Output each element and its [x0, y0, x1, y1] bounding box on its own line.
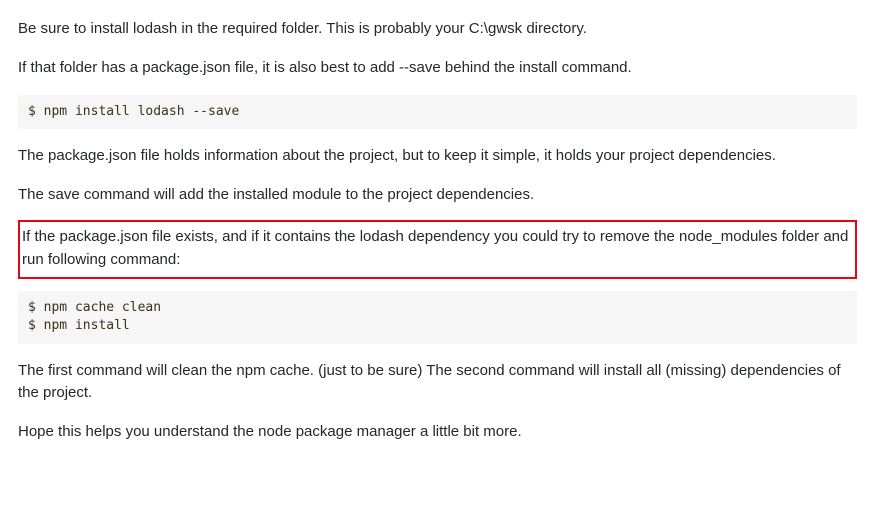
code-block-install: $ npm install lodash --save — [18, 95, 857, 129]
paragraph-save-note: If that folder has a package.json file, … — [18, 57, 857, 80]
highlighted-box: If the package.json file exists, and if … — [18, 220, 857, 279]
code-block-cache-install: $ npm cache clean $ npm install — [18, 291, 857, 343]
paragraph-highlighted: If the package.json file exists, and if … — [22, 226, 853, 271]
paragraph-explanation: The first command will clean the npm cac… — [18, 360, 857, 405]
paragraph-save-command: The save command will add the installed … — [18, 184, 857, 207]
paragraph-packagejson-info: The package.json file holds information … — [18, 145, 857, 168]
paragraph-intro: Be sure to install lodash in the require… — [18, 18, 857, 41]
paragraph-closing: Hope this helps you understand the node … — [18, 421, 857, 444]
